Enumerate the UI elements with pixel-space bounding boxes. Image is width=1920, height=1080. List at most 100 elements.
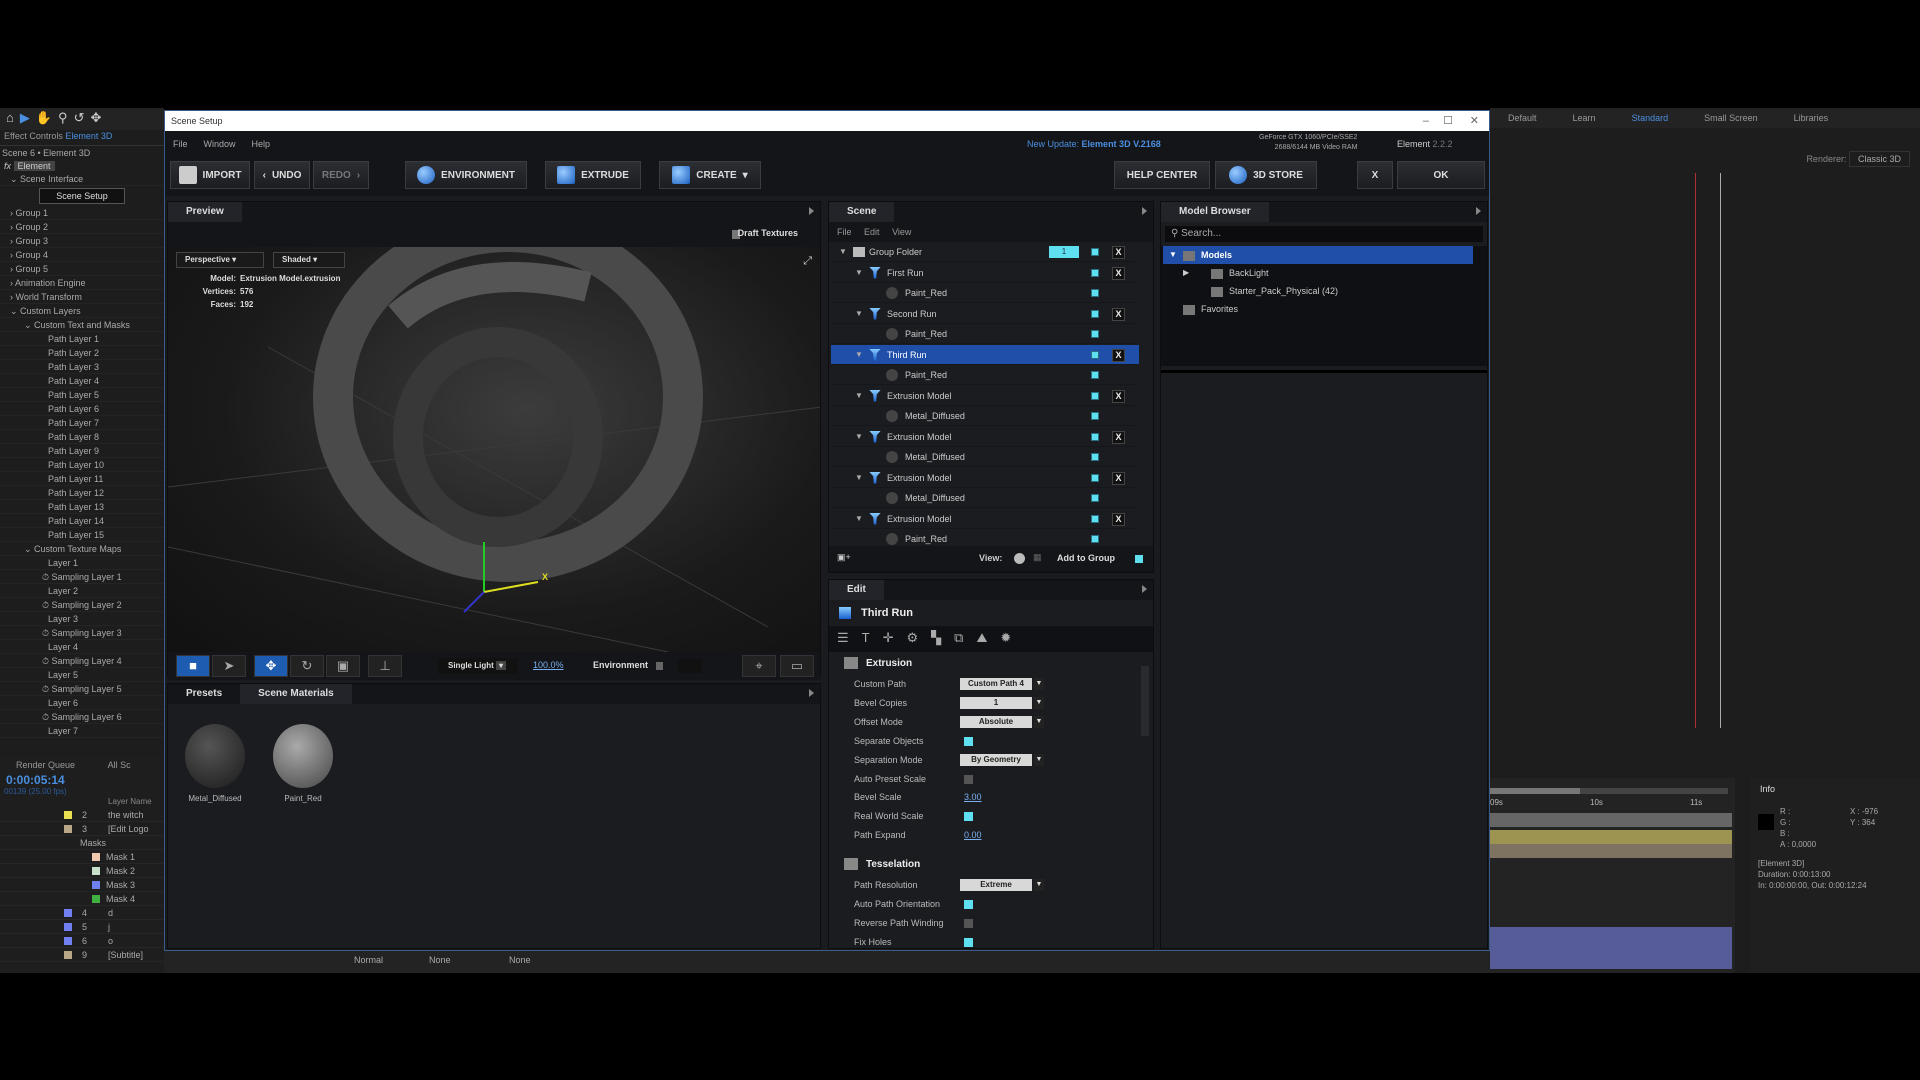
axis-icon[interactable]: ⊥ xyxy=(368,655,402,677)
workspace-tab[interactable]: Small Screen xyxy=(1686,113,1776,123)
collapse-icon[interactable]: ▼ xyxy=(855,304,863,324)
bevel-tab-icon[interactable]: T xyxy=(862,630,870,648)
effect-tree-item[interactable]: Layer 3 xyxy=(0,612,164,626)
workspace-tab[interactable]: Learn xyxy=(1555,113,1614,123)
browser-item[interactable]: Favorites xyxy=(1163,300,1473,318)
delete-button[interactable]: X xyxy=(1112,246,1125,259)
stopwatch-icon[interactable]: ⏱ xyxy=(42,600,52,610)
disclosure-icon[interactable]: ⌄ xyxy=(24,544,34,554)
effect-tree-item[interactable]: Layer 6 xyxy=(0,696,164,710)
scene-row[interactable]: Metal_Diffused xyxy=(831,488,1139,508)
effect-tree-item[interactable]: › Group 3 xyxy=(0,234,164,248)
uv-tab-icon[interactable]: ⧉ xyxy=(954,630,963,648)
effect-tree-item[interactable]: Layer 1 xyxy=(0,556,164,570)
scene-row[interactable]: Paint_Red xyxy=(831,324,1139,344)
property-checkbox[interactable] xyxy=(964,900,973,909)
menu-help[interactable]: Help xyxy=(244,139,279,149)
collapse-icon[interactable]: ▼ xyxy=(855,427,863,447)
label-color[interactable] xyxy=(92,853,100,861)
panel-arrow-icon[interactable] xyxy=(1142,207,1147,215)
label-color[interactable] xyxy=(64,811,72,819)
effect-tree-item[interactable]: ⏱ Sampling Layer 3 xyxy=(0,626,164,640)
delete-button[interactable]: X xyxy=(1112,389,1125,403)
scene-row[interactable]: ▼ Extrusion Model X xyxy=(831,468,1139,488)
delete-button[interactable]: X xyxy=(1112,471,1125,485)
label-color[interactable] xyxy=(64,951,72,959)
scene-row[interactable]: ▼ Second Run X xyxy=(831,304,1139,324)
label-color[interactable] xyxy=(64,825,72,833)
tab-scene[interactable]: Scene xyxy=(829,202,895,222)
property-checkbox[interactable] xyxy=(964,937,973,947)
deform-tab-icon[interactable]: ⛰ xyxy=(976,630,987,648)
visibility-toggle[interactable] xyxy=(1091,350,1099,359)
3d-store-button[interactable]: 3D STORE xyxy=(1215,161,1317,189)
help-center-button[interactable]: HELP CENTER xyxy=(1114,161,1210,189)
section-header[interactable]: Tesselation xyxy=(844,855,920,875)
scene-row[interactable]: Paint_Red xyxy=(831,529,1139,547)
property-number[interactable]: 3.00 xyxy=(964,788,982,806)
effect-tree-item[interactable]: Path Layer 7 xyxy=(0,416,164,430)
effect-tree-item[interactable]: Path Layer 3 xyxy=(0,360,164,374)
property-select[interactable]: 1 xyxy=(960,696,1032,709)
panel-arrow-icon[interactable] xyxy=(809,207,814,215)
3d-viewport[interactable]: X Perspective ▾ Shaded ▾ Model: Vertices:… xyxy=(168,247,820,652)
expand-icon[interactable]: ▶ xyxy=(1183,264,1189,282)
panel-arrow-icon[interactable] xyxy=(809,689,814,697)
add-to-group-checkbox[interactable] xyxy=(1135,555,1143,563)
renderer-select[interactable]: Classic 3D xyxy=(1848,151,1910,167)
scene-row[interactable]: ▼ 1 Group Folder X xyxy=(831,242,1139,262)
view-sphere-icon[interactable] xyxy=(1014,553,1025,564)
label-color[interactable] xyxy=(64,923,72,931)
stopwatch-icon[interactable]: ⏱ xyxy=(42,656,52,666)
visibility-toggle[interactable] xyxy=(1091,514,1099,523)
effect-tree-item[interactable]: ⌄ Custom Texture Maps xyxy=(0,542,164,556)
create-button[interactable]: CREATE ▾ xyxy=(659,161,761,189)
property-checkbox[interactable] xyxy=(964,774,973,784)
extrude-button[interactable]: EXTRUDE xyxy=(545,161,641,189)
transform-tab-icon[interactable]: ✛ xyxy=(883,630,894,648)
effect-tree-item[interactable]: Path Layer 2 xyxy=(0,346,164,360)
timeline-layer-row[interactable]: Masks xyxy=(0,836,164,850)
browser-item[interactable]: ▶ BackLight xyxy=(1163,264,1473,282)
environment-checkbox[interactable] xyxy=(656,662,663,670)
browser-item[interactable]: Starter_Pack_Physical (42) xyxy=(1163,282,1473,300)
visibility-toggle[interactable] xyxy=(1091,412,1099,420)
delete-button[interactable]: X xyxy=(1112,348,1125,362)
effect-tree-item[interactable]: Path Layer 6 xyxy=(0,402,164,416)
effect-controls-tab[interactable]: Effect Controls Element 3D xyxy=(0,130,164,146)
effect-tree-item[interactable]: Path Layer 8 xyxy=(0,430,164,444)
tab-presets[interactable]: Presets xyxy=(168,684,241,704)
rotate-tool-icon[interactable]: ↺ xyxy=(74,110,85,128)
light-select[interactable]: Single Light ▾ xyxy=(438,658,518,674)
undo-button[interactable]: ‹ UNDO xyxy=(254,161,310,189)
timeline-layer-row[interactable]: 9 [Subtitle] xyxy=(0,948,164,962)
scene-menu-edit[interactable]: Edit xyxy=(864,227,880,237)
visibility-toggle[interactable] xyxy=(1091,371,1099,379)
effect-tree-item[interactable]: Layer 7 xyxy=(0,724,164,738)
chevron-down-icon[interactable]: ▼ xyxy=(1034,678,1044,690)
selection-tool-icon[interactable]: ▶ xyxy=(20,110,30,128)
effect-tree-item[interactable]: ⏱ Sampling Layer 6 xyxy=(0,710,164,724)
effect-tree-item[interactable]: ⏱ Sampling Layer 1 xyxy=(0,570,164,584)
scene-setup-button[interactable]: Scene Setup xyxy=(39,188,125,204)
property-select[interactable]: By Geometry xyxy=(960,753,1032,766)
label-color[interactable] xyxy=(64,909,72,917)
effect-tree-item[interactable]: ⏱ Sampling Layer 5 xyxy=(0,682,164,696)
collapse-icon[interactable]: ▼ xyxy=(855,263,863,283)
tab-model-browser[interactable]: Model Browser xyxy=(1161,202,1269,222)
move-icon[interactable]: ✥ xyxy=(254,655,288,677)
delete-button[interactable]: X xyxy=(1112,430,1125,444)
material-item[interactable]: Metal_Diffused xyxy=(180,724,250,803)
disclosure-icon[interactable]: ⌄ xyxy=(10,306,20,316)
effect-tree-item[interactable]: Path Layer 14 xyxy=(0,514,164,528)
scene-row[interactable]: Metal_Diffused xyxy=(831,406,1139,426)
effect-tree-item[interactable]: › World Transform xyxy=(0,290,164,304)
select-arrow-icon[interactable]: ➤ xyxy=(212,655,246,677)
search-field[interactable]: ⚲ Search... xyxy=(1165,226,1483,242)
timeline-layer-row[interactable]: 4d xyxy=(0,906,164,920)
disclosure-icon[interactable]: ⌄ xyxy=(10,174,20,184)
environment-swatch[interactable] xyxy=(678,659,702,673)
add-to-group-button[interactable]: Add to Group xyxy=(1057,553,1115,563)
collapse-icon[interactable]: ▼ xyxy=(855,386,863,406)
visibility-toggle[interactable] xyxy=(1091,432,1099,441)
